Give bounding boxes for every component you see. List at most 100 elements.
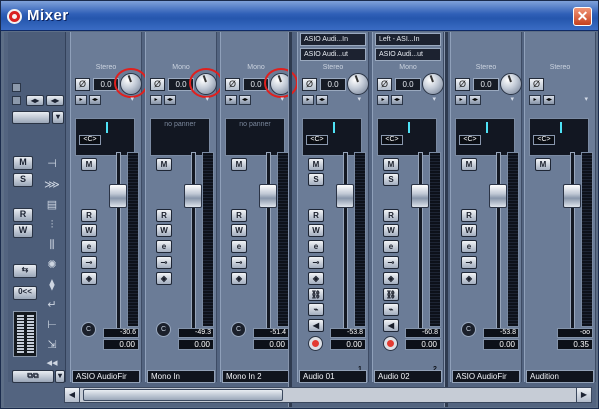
write-automation-button[interactable]: W bbox=[81, 224, 97, 237]
channel-name[interactable]: ASIO AudioFir bbox=[72, 370, 140, 383]
strip-dropdown-icon[interactable]: ▾ bbox=[302, 96, 364, 106]
view-left-button[interactable]: ◂▸ bbox=[26, 95, 44, 106]
strip-dropdown-icon[interactable]: ▾ bbox=[529, 96, 591, 106]
horizontal-scrollbar[interactable]: ◀ ▶ bbox=[64, 387, 592, 403]
channel-name[interactable]: Audio 02 bbox=[374, 370, 442, 383]
channel-name[interactable]: ASIO AudioFir bbox=[452, 370, 520, 383]
output-routing[interactable]: ASIO Audi...ut bbox=[300, 48, 366, 61]
send-icon[interactable]: ◈ bbox=[81, 272, 97, 285]
mute-button[interactable]: M bbox=[81, 158, 97, 171]
rewire-view-icon[interactable]: ⧫ bbox=[44, 278, 60, 292]
channel-settings-button[interactable]: ⧉⧉ bbox=[12, 370, 54, 383]
audio-view-icon[interactable]: ⋙ bbox=[44, 178, 60, 192]
input-routing[interactable]: Left - ASI...In bbox=[375, 33, 441, 46]
phase-button[interactable]: Ø bbox=[75, 78, 90, 91]
marker-view-icon[interactable]: ⊢ bbox=[44, 318, 60, 332]
volume-fader[interactable] bbox=[336, 184, 354, 208]
bus-view-icon[interactable]: ⇲ bbox=[44, 338, 60, 352]
edit-channel-button[interactable]: e bbox=[308, 240, 324, 253]
phase-button[interactable]: Ø bbox=[377, 78, 392, 91]
insert-icon[interactable]: ⊸ bbox=[231, 256, 247, 269]
mute-button[interactable]: M bbox=[461, 158, 477, 171]
volume-readout[interactable]: 0.00 bbox=[103, 339, 139, 350]
solo-button[interactable]: S bbox=[383, 173, 399, 186]
edit-channel-button[interactable]: e bbox=[383, 240, 399, 253]
scroll-right-button[interactable]: ▶ bbox=[576, 388, 591, 402]
panner[interactable]: <C> bbox=[455, 118, 515, 156]
channel-name[interactable]: Mono In bbox=[147, 370, 215, 383]
volume-readout[interactable]: 0.00 bbox=[330, 339, 366, 350]
phase-button[interactable]: Ø bbox=[455, 78, 470, 91]
read-automation-button[interactable]: R bbox=[461, 209, 477, 222]
write-automation-button[interactable]: W bbox=[461, 224, 477, 237]
read-automation-button[interactable]: R bbox=[81, 209, 97, 222]
mute-button[interactable]: M bbox=[535, 158, 551, 171]
vst-view-icon[interactable]: ✺ bbox=[44, 258, 60, 272]
channel-color-button[interactable]: C bbox=[156, 322, 171, 337]
edit-channel-button[interactable]: e bbox=[81, 240, 97, 253]
volume-readout[interactable]: 0.00 bbox=[405, 339, 441, 350]
fader-track[interactable] bbox=[496, 152, 501, 332]
write-automation-button[interactable]: W bbox=[383, 224, 399, 237]
lock-icon[interactable]: ⛓ bbox=[383, 288, 399, 301]
input-gain-field[interactable]: 0.0 bbox=[395, 78, 421, 91]
gain-knob[interactable] bbox=[422, 73, 444, 95]
output-view-icon[interactable]: ↵ bbox=[44, 298, 60, 312]
insert-icon[interactable]: ⊸ bbox=[156, 256, 172, 269]
scroll-thumb[interactable] bbox=[83, 389, 283, 401]
read-automation-button[interactable]: R bbox=[383, 209, 399, 222]
phase-button[interactable]: Ø bbox=[225, 78, 240, 91]
input-gain-field[interactable]: 0.0 bbox=[320, 78, 346, 91]
volume-fader[interactable] bbox=[411, 184, 429, 208]
mute-button[interactable]: M bbox=[308, 158, 324, 171]
volume-fader[interactable] bbox=[184, 184, 202, 208]
phase-button[interactable]: Ø bbox=[302, 78, 317, 91]
view-right-button[interactable]: ◂▸ bbox=[46, 95, 64, 106]
layout-dropdown-icon[interactable]: ▾ bbox=[52, 111, 64, 124]
edit-channel-button[interactable]: e bbox=[231, 240, 247, 253]
gain-knob[interactable] bbox=[347, 73, 369, 95]
channel-name[interactable]: Mono In 2 bbox=[222, 370, 290, 383]
panner[interactable]: <C> bbox=[302, 118, 362, 156]
volume-fader[interactable] bbox=[109, 184, 127, 208]
record-enable-button[interactable] bbox=[308, 336, 323, 351]
volume-fader[interactable] bbox=[489, 184, 507, 208]
edit-channel-button[interactable]: e bbox=[461, 240, 477, 253]
volume-readout[interactable]: 0.00 bbox=[178, 339, 214, 350]
read-automation-button[interactable]: R bbox=[156, 209, 172, 222]
copy-settings-button[interactable]: ⇆ bbox=[13, 264, 37, 278]
layout-button[interactable] bbox=[12, 111, 50, 124]
strip-dropdown-icon[interactable]: ▾ bbox=[225, 96, 287, 106]
phase-button[interactable]: Ø bbox=[150, 78, 165, 91]
mute-button[interactable]: M bbox=[383, 158, 399, 171]
channel-color-button[interactable]: C bbox=[231, 322, 246, 337]
write-automation-button[interactable]: W bbox=[156, 224, 172, 237]
send-icon[interactable]: ◈ bbox=[231, 272, 247, 285]
solo-all-button[interactable]: S bbox=[13, 173, 33, 187]
write-automation-button[interactable]: W bbox=[308, 224, 324, 237]
fader-track[interactable] bbox=[343, 152, 348, 332]
collapse-view-icon[interactable]: ◂◂ bbox=[44, 356, 60, 370]
clear-peaks-button[interactable]: 0<< bbox=[13, 286, 37, 300]
input-routing[interactable]: ASIO Audi...In bbox=[300, 33, 366, 46]
volume-fader[interactable] bbox=[259, 184, 277, 208]
panner[interactable]: <C> bbox=[377, 118, 437, 156]
group-view-icon[interactable]: ▤ bbox=[44, 198, 60, 212]
panner[interactable]: <C> bbox=[75, 118, 135, 156]
strip-dropdown-icon[interactable]: ▾ bbox=[150, 96, 212, 106]
mute-button[interactable]: M bbox=[156, 158, 172, 171]
read-all-button[interactable]: R bbox=[13, 208, 33, 222]
input-view-icon[interactable]: ⊣ bbox=[44, 157, 60, 171]
volume-readout[interactable]: 0.00 bbox=[483, 339, 519, 350]
output-routing[interactable]: ASIO Audi...ut bbox=[375, 48, 441, 61]
solo-button[interactable]: S bbox=[308, 173, 324, 186]
hide-panel-icon[interactable] bbox=[12, 83, 21, 92]
midi-view-icon[interactable]: ⫼ bbox=[44, 238, 60, 252]
strip-dropdown-icon[interactable]: ▾ bbox=[455, 96, 517, 106]
insert-icon[interactable]: ⊸ bbox=[461, 256, 477, 269]
gain-knob[interactable] bbox=[500, 73, 522, 95]
volume-readout[interactable]: 0.35 bbox=[557, 339, 593, 350]
scroll-left-button[interactable]: ◀ bbox=[65, 388, 80, 402]
write-automation-button[interactable]: W bbox=[231, 224, 247, 237]
send-icon[interactable]: ◈ bbox=[383, 272, 399, 285]
